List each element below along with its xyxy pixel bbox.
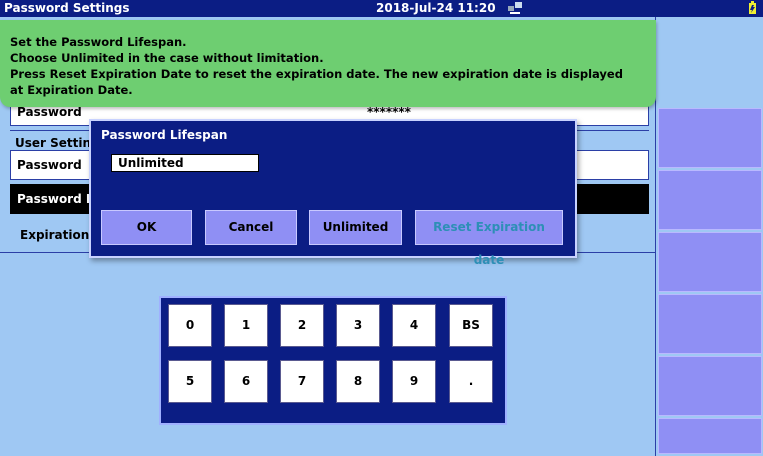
help-tooltip: Set the Password Lifespan. Choose Unlimi…	[0, 20, 656, 107]
hint-line-3: Press Reset Expiration Date to reset the…	[10, 67, 623, 81]
key-1[interactable]: 1	[224, 304, 268, 347]
expiration-label: Expiration	[20, 228, 90, 242]
top-password-label: Password	[17, 105, 82, 119]
key-backspace[interactable]: BS	[449, 304, 493, 347]
network-icon	[508, 2, 522, 14]
numeric-keypad: 0 1 2 3 4 BS 5 6 7 8 9 .	[159, 296, 507, 425]
dialog-title: Password Lifespan	[101, 128, 228, 142]
side-button-4[interactable]	[658, 294, 762, 354]
key-3[interactable]: 3	[336, 304, 380, 347]
date-time: 2018-Jul-24 11:20	[376, 1, 496, 15]
hint-line-1: Set the Password Lifespan.	[10, 35, 187, 49]
unlimited-button[interactable]: Unlimited	[309, 210, 402, 245]
user-settings-label: User Settin	[15, 136, 92, 150]
password-lifespan-label: Password I	[17, 192, 91, 206]
battery-icon	[748, 1, 757, 15]
key-4[interactable]: 4	[392, 304, 436, 347]
title-bar: Password Settings 2018-Jul-24 11:20	[0, 0, 763, 17]
password-lifespan-dialog: Password Lifespan Unlimited OK Cancel Un…	[89, 119, 577, 267]
side-button-6[interactable]	[658, 418, 762, 454]
key-8[interactable]: 8	[336, 360, 380, 403]
side-button-1[interactable]	[658, 108, 762, 168]
lifespan-input[interactable]: Unlimited	[111, 154, 259, 172]
key-6[interactable]: 6	[224, 360, 268, 403]
side-button-3[interactable]	[658, 232, 762, 292]
hint-line-4: at Expiration Date.	[10, 83, 133, 97]
key-5[interactable]: 5	[168, 360, 212, 403]
reset-expiration-button[interactable]: Reset Expiration date	[415, 210, 563, 267]
cancel-button[interactable]: Cancel	[205, 210, 297, 245]
side-menu	[655, 17, 763, 456]
key-9[interactable]: 9	[392, 360, 436, 403]
key-0[interactable]: 0	[168, 304, 212, 347]
key-7[interactable]: 7	[280, 360, 324, 403]
side-button-5[interactable]	[658, 356, 762, 416]
top-password-value: *******	[367, 105, 411, 119]
key-dot[interactable]: .	[449, 360, 493, 403]
key-2[interactable]: 2	[280, 304, 324, 347]
password-label: Password	[17, 158, 82, 172]
hint-line-2: Choose Unlimited in the case without lim…	[10, 51, 324, 65]
side-button-2[interactable]	[658, 170, 762, 230]
ok-button[interactable]: OK	[101, 210, 192, 245]
window-title: Password Settings	[4, 1, 130, 15]
